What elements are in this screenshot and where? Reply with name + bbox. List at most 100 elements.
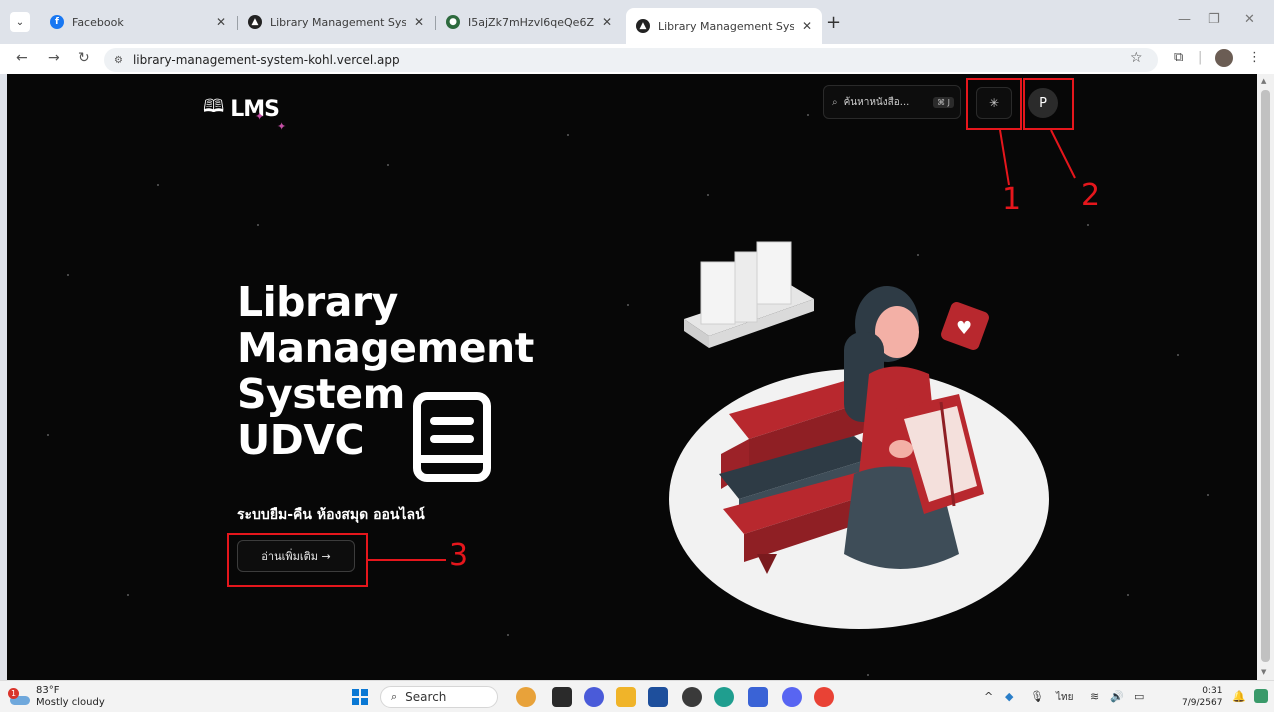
star-dot — [707, 194, 709, 196]
close-icon[interactable]: ✕ — [802, 19, 812, 33]
open-book-icon: 🕮 — [203, 96, 225, 117]
notification-bell-icon[interactable]: 🔔 — [1232, 690, 1246, 703]
task-view-icon[interactable] — [552, 687, 572, 707]
annotation-label-1: 1 — [1002, 182, 1022, 217]
scrollbar-thumb[interactable] — [1261, 90, 1270, 662]
site-settings-icon[interactable]: ⚙ — [114, 55, 123, 66]
hero-title-line: Library — [237, 278, 398, 326]
close-icon[interactable]: ✕ — [414, 15, 424, 29]
tab-facebook[interactable]: f Facebook ✕ — [40, 8, 236, 36]
star-dot — [47, 434, 49, 436]
weather-description: Mostly cloudy — [36, 697, 105, 708]
back-icon[interactable]: ← — [16, 50, 28, 66]
tab-hash[interactable]: ● I5ajZk7mHzvl6qeQe6ZbEo3RbF ✕ — [436, 8, 622, 36]
annotation-box-3 — [227, 533, 368, 587]
tab-title: Facebook — [72, 15, 124, 29]
browser-tab-bar: ⌄ f Facebook ✕ ▲ Library Management Syst… — [0, 0, 1274, 44]
taskbar-search-input[interactable]: ⌕ Search — [380, 686, 498, 708]
microphone-icon[interactable]: 🎙 — [1030, 690, 1044, 703]
toolbar-divider: | — [1198, 50, 1203, 65]
weather-widget[interactable]: 1 83°F Mostly cloudy — [8, 685, 105, 709]
search-icon: ⌕ — [391, 690, 398, 703]
copilot-icon[interactable] — [1254, 689, 1268, 703]
widgets-app-icon[interactable] — [516, 687, 536, 707]
tab-library-management-active[interactable]: ▲ Library Management System ✕ — [626, 8, 822, 44]
star-dot — [127, 594, 129, 596]
star-dot — [1177, 354, 1179, 356]
star-dot — [387, 164, 389, 166]
page-viewport: 🕮 LMS ✦ ✦ ⌕ ค้นหาหนังสือ... ⌘ J ✳ P 1 2 … — [7, 74, 1257, 680]
annotation-box-1 — [966, 78, 1022, 130]
app-icon[interactable] — [682, 687, 702, 707]
annotation-leader-line-3 — [368, 559, 446, 561]
star-dot — [1087, 224, 1089, 226]
star-dot — [1207, 494, 1209, 496]
discord-icon[interactable] — [782, 687, 802, 707]
vercel-icon: ▲ — [636, 19, 650, 33]
search-placeholder: ค้นหาหนังสือ... — [843, 96, 910, 108]
annotation-label-2: 2 — [1081, 178, 1101, 213]
language-indicator[interactable]: ไทย — [1056, 690, 1073, 705]
star-dot — [867, 674, 869, 676]
reload-icon[interactable]: ↻ — [78, 50, 90, 66]
vercel-icon: ▲ — [248, 15, 262, 29]
wifi-icon[interactable]: ≋ — [1090, 690, 1099, 703]
app-icon[interactable] — [748, 687, 768, 707]
star-dot — [807, 114, 809, 116]
star-dot — [257, 224, 259, 226]
system-clock[interactable]: 0:31 7/9/2567 — [1182, 685, 1222, 709]
new-tab-icon[interactable]: + — [826, 12, 841, 33]
brand-logo[interactable]: 🕮 LMS — [203, 94, 280, 124]
scroll-down-icon[interactable]: ▼ — [1261, 668, 1266, 676]
extensions-icon[interactable]: ⧉ — [1174, 50, 1183, 65]
tab-library-management-1[interactable]: ▲ Library Management System ✕ — [238, 8, 434, 36]
svg-text:♥: ♥ — [956, 318, 972, 339]
star-dot — [157, 184, 159, 186]
clock-time: 0:31 — [1202, 686, 1223, 696]
forward-icon[interactable]: → — [48, 50, 60, 66]
address-bar: ← → ↻ ⚙ library-management-system-kohl.v… — [0, 44, 1274, 74]
search-input[interactable]: ⌕ ค้นหาหนังสือ... ⌘ J — [823, 85, 961, 119]
restore-icon[interactable]: ❐ — [1208, 12, 1220, 27]
leaf-icon: ● — [446, 15, 460, 29]
tab-title: I5ajZk7mHzvl6qeQe6ZbEo3RbF — [468, 15, 594, 29]
tab-title: Library Management System — [270, 15, 406, 29]
reading-woman-illustration: ♥ — [669, 241, 1049, 629]
tab-title: Library Management System — [658, 19, 794, 33]
star-dot — [507, 634, 509, 636]
star-dot — [67, 274, 69, 276]
star-dot — [1127, 594, 1129, 596]
speaker-icon[interactable]: 🔊 — [1110, 690, 1124, 703]
close-icon[interactable]: ✕ — [602, 15, 612, 29]
battery-icon[interactable]: ▭ — [1134, 690, 1144, 703]
store-icon[interactable] — [648, 687, 668, 707]
window-close-icon[interactable]: ✕ — [1244, 12, 1255, 27]
star-dot — [567, 134, 569, 136]
tray-overflow-icon[interactable]: ^ — [984, 690, 993, 703]
facebook-icon: f — [50, 15, 64, 29]
tab-search-icon[interactable]: ⌄ — [10, 12, 30, 32]
windows-start-icon[interactable] — [352, 689, 368, 705]
page-scrollbar[interactable]: ▲ ▼ — [1257, 74, 1274, 680]
scroll-up-icon[interactable]: ▲ — [1261, 77, 1266, 85]
minimize-icon[interactable]: — — [1178, 12, 1191, 27]
cloud-icon: 1 — [8, 688, 30, 706]
url-input[interactable]: ⚙ library-management-system-kohl.vercel.… — [104, 48, 1158, 72]
star-dot — [627, 304, 629, 306]
file-explorer-icon[interactable] — [616, 687, 636, 707]
search-icon: ⌕ — [832, 96, 838, 108]
edge-icon[interactable] — [714, 687, 734, 707]
weather-badge: 1 — [8, 688, 19, 699]
sparkle-icon: ✦ — [255, 110, 265, 123]
teams-chat-icon[interactable] — [584, 687, 604, 707]
chrome-icon[interactable] — [814, 687, 834, 707]
annotation-box-2 — [1023, 78, 1074, 130]
chrome-profile-avatar[interactable] — [1215, 49, 1233, 67]
bookmark-star-icon[interactable]: ☆ — [1130, 50, 1143, 66]
close-icon[interactable]: ✕ — [216, 15, 226, 29]
windows-taskbar: 1 83°F Mostly cloudy ⌕ Search ^ ◆ 🎙 ไทย … — [0, 680, 1274, 712]
more-menu-icon[interactable]: ⋮ — [1248, 50, 1261, 65]
annotation-label-3: 3 — [449, 538, 469, 573]
tray-app-icon[interactable]: ◆ — [1005, 690, 1013, 703]
hero-title-line: Management — [237, 324, 534, 372]
